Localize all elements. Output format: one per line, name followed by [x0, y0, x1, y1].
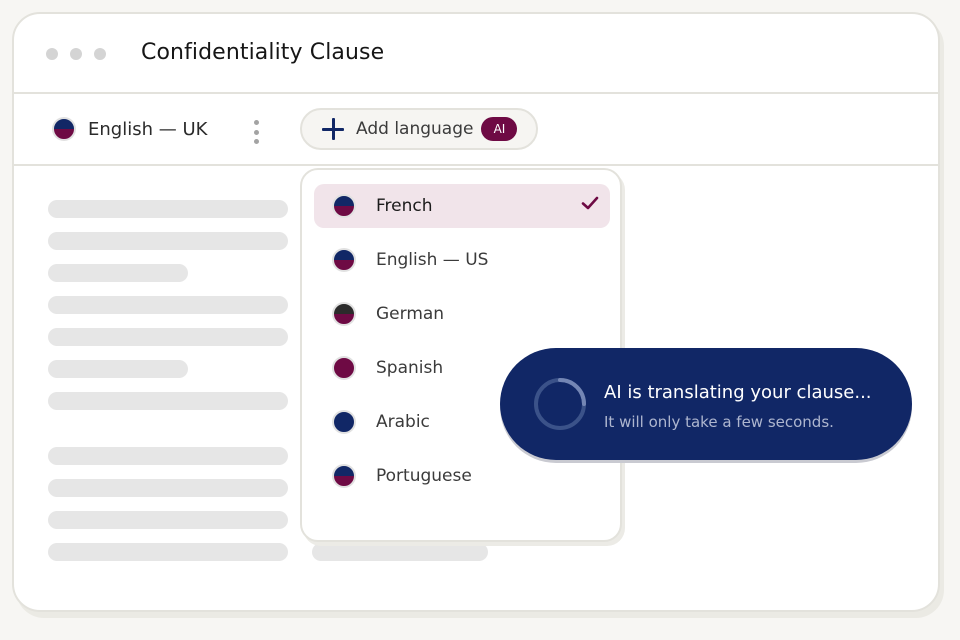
text-line-placeholder: [48, 328, 288, 346]
window-dot-icon[interactable]: [46, 48, 58, 60]
text-line-placeholder: [48, 232, 288, 250]
add-language-label: Add language: [356, 119, 474, 139]
text-line-placeholder: [48, 543, 288, 561]
spanish-flag-icon: [332, 356, 356, 380]
loading-spinner-icon: [534, 378, 586, 430]
text-line-placeholder: [48, 200, 288, 218]
title-bar: Confidentiality Clause: [14, 14, 938, 94]
arabic-flag-icon: [332, 410, 356, 434]
ai-badge: AI: [481, 117, 518, 141]
language-option-label: Arabic: [376, 412, 430, 432]
plus-icon: [322, 118, 344, 140]
language-toolbar: English — UK Add language AI: [14, 94, 938, 166]
language-option-english-us[interactable]: English — US: [314, 238, 610, 282]
current-language-label: English — UK: [88, 118, 208, 140]
translation-status-toast: AI is translating your clause... It will…: [500, 348, 912, 460]
text-line-placeholder: [48, 447, 288, 465]
language-option-label: German: [376, 304, 445, 324]
page-title: Confidentiality Clause: [141, 40, 385, 65]
text-line-placeholder: [48, 511, 288, 529]
german-flag-icon: [332, 302, 356, 326]
current-language[interactable]: English — UK: [52, 117, 207, 141]
window-controls: [46, 48, 106, 60]
text-line-placeholder: [48, 264, 188, 282]
window-dot-icon[interactable]: [70, 48, 82, 60]
toast-title: AI is translating your clause...: [604, 382, 872, 403]
window-dot-icon[interactable]: [94, 48, 106, 60]
language-option-german[interactable]: German: [314, 292, 610, 336]
language-option-label: Portuguese: [376, 466, 472, 486]
text-line-placeholder: [48, 392, 288, 410]
document-window: Confidentiality Clause English — UK Add …: [12, 12, 940, 612]
add-language-button[interactable]: Add language AI: [300, 108, 538, 150]
us-flag-icon: [332, 248, 356, 272]
portuguese-flag-icon: [332, 464, 356, 488]
more-options-icon[interactable]: [252, 120, 260, 144]
checkmark-icon: [581, 196, 599, 210]
uk-flag-icon: [52, 117, 76, 141]
language-option-label: English — US: [376, 250, 489, 270]
language-option-french[interactable]: French: [314, 184, 610, 228]
text-line-placeholder: [48, 296, 288, 314]
text-line-placeholder: [312, 543, 488, 561]
language-option-label: Spanish: [376, 358, 444, 378]
toast-subtitle: It will only take a few seconds.: [604, 413, 834, 431]
language-option-label: French: [376, 196, 433, 216]
french-flag-icon: [332, 194, 356, 218]
language-option-portuguese[interactable]: Portuguese: [314, 454, 610, 498]
text-line-placeholder: [48, 479, 288, 497]
text-line-placeholder: [48, 360, 188, 378]
